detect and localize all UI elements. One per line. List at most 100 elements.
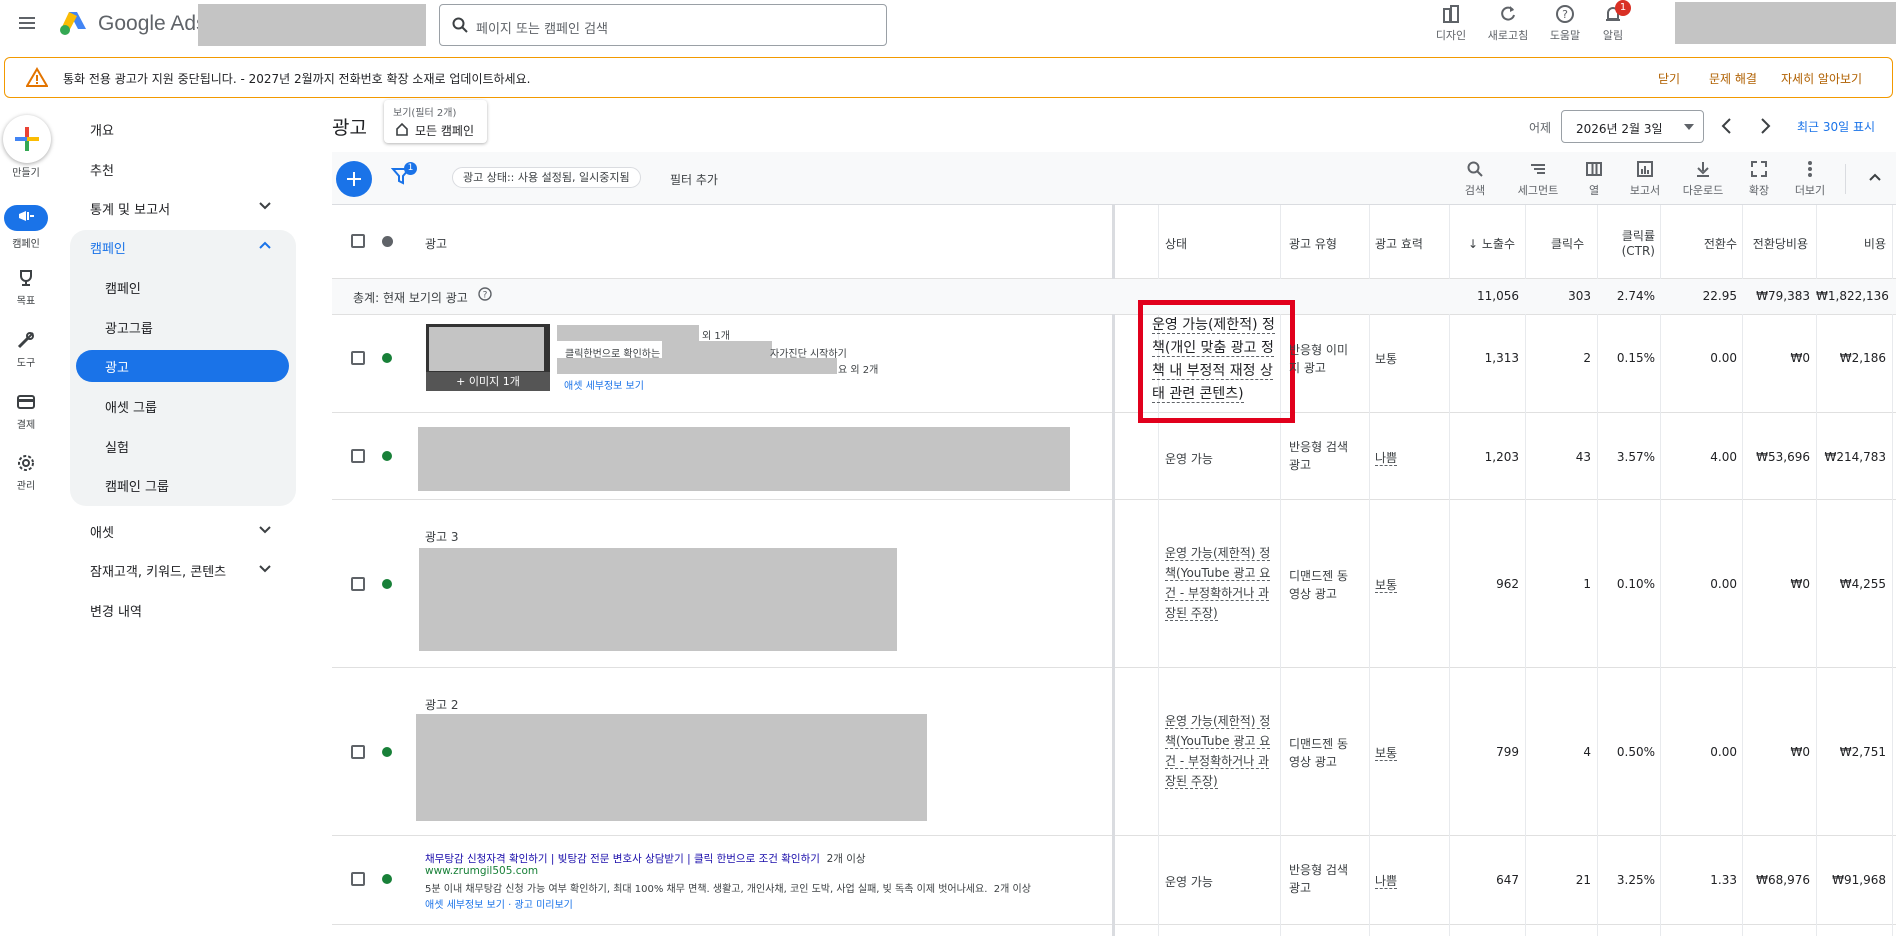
row3-ad-name[interactable]: 광고 3 — [425, 528, 459, 545]
col-ctr-line1: 클릭률 — [1621, 229, 1655, 243]
ad-text-redacted — [557, 325, 699, 341]
profile-redacted[interactable] — [1675, 2, 1896, 44]
ad-video-preview-redacted[interactable] — [416, 714, 927, 821]
expand-button[interactable]: 확장 — [1734, 160, 1784, 198]
col-ad-strength[interactable]: 광고 효력 — [1375, 235, 1423, 252]
view-selector[interactable]: 보기(필터 2개) 모든 캠페인 — [384, 100, 487, 143]
nav-sub-ads[interactable]: 광고 — [105, 357, 129, 376]
ad-image-thumbnail[interactable]: + 이미지 1개 — [426, 324, 550, 391]
nav-sub-campaigns[interactable]: 캠페인 — [105, 278, 141, 297]
reports-button[interactable]: 보고서 — [1620, 160, 1670, 198]
row-checkbox[interactable] — [351, 745, 365, 759]
chevron-up-icon[interactable] — [258, 240, 272, 250]
nav-recommendations[interactable]: 추천 — [90, 160, 114, 179]
create-button[interactable] — [3, 115, 51, 163]
column-divider — [1892, 205, 1893, 936]
row4-ad-strength[interactable]: 보통 — [1375, 744, 1398, 761]
ad-line1-more: 외 1개 — [702, 331, 730, 342]
total-cost: ₩1,822,136 — [1816, 289, 1889, 303]
col-status[interactable]: 상태 — [1165, 235, 1187, 252]
date-range-select[interactable]: 2026년 2월 3일 — [1561, 110, 1704, 143]
col-ctr[interactable]: 클릭률 (CTR) — [1597, 227, 1655, 258]
prev-date-button[interactable] — [1719, 117, 1735, 135]
row1-status[interactable]: 운영 가능(제한적) 정책(개인 맞춤 광고 정책 내 부정적 재정 상태 관련… — [1152, 314, 1284, 406]
nav-sub-ad-groups[interactable]: 광고그룹 — [105, 318, 153, 337]
col-cost[interactable]: 비용 — [1816, 235, 1886, 252]
row5-ctr: 3.25% — [1616, 873, 1655, 887]
chevron-down-icon[interactable] — [258, 525, 272, 535]
row5-links[interactable]: 애셋 세부정보 보기 · 광고 미리보기 — [425, 896, 573, 911]
row3-ad-strength[interactable]: 보통 — [1375, 576, 1398, 593]
chevron-down-icon[interactable] — [258, 201, 272, 211]
col-clicks[interactable]: 클릭수 — [1551, 235, 1584, 252]
more-button[interactable]: 더보기 — [1785, 160, 1835, 198]
collapse-toolbar-button[interactable] — [1868, 172, 1882, 182]
row1-ad-strength: 보통 — [1375, 352, 1398, 366]
row3-ad-type: 디맨드젠 동영상 광고 — [1289, 569, 1349, 601]
nav-change-history[interactable]: 변경 내역 — [90, 601, 142, 620]
nav-sub-campaign-groups[interactable]: 캠페인 그룹 — [105, 476, 169, 495]
add-filter-button[interactable]: 필터 추가 — [670, 171, 718, 188]
row4-status[interactable]: 운영 가능(제한적) 정책(YouTube 광고 요건 - 부정확하거나 과장된… — [1165, 711, 1273, 791]
add-ad-button[interactable] — [336, 161, 372, 197]
nav-insights-reports[interactable]: 통계 및 보고서 — [90, 199, 170, 218]
row5-ad-strength[interactable]: 나쁨 — [1375, 872, 1398, 889]
search-input[interactable]: 페이지 또는 캠페인 검색 — [439, 4, 887, 46]
nav-sub-experiments[interactable]: 실험 — [105, 437, 129, 456]
col-impressions[interactable]: ↓ 노출수 — [1468, 235, 1515, 252]
filter-chip-ad-status[interactable]: 광고 상태:: 사용 설정됨, 일시중지됨 — [452, 167, 641, 188]
row-checkbox[interactable] — [351, 577, 365, 591]
row2-ad-strength[interactable]: 나쁨 — [1375, 449, 1398, 466]
help-icon[interactable]: ? — [478, 287, 492, 301]
top-bar: Google Ads 페이지 또는 캠페인 검색 디자인 새로고침 ? 도움말 … — [0, 0, 1896, 48]
last-30-days-link[interactable]: 최근 30일 표시 — [1797, 118, 1875, 135]
banner-dismiss-link[interactable]: 닫기 — [1658, 70, 1680, 87]
row1-cost-per-conversion: ₩0 — [1790, 351, 1811, 365]
expand-label: 확장 — [1748, 184, 1770, 197]
ad-video-preview-redacted[interactable] — [419, 548, 897, 651]
download-button[interactable]: 다운로드 — [1678, 160, 1728, 198]
select-all-checkbox[interactable] — [351, 234, 365, 248]
columns-button[interactable]: 열 — [1569, 160, 1619, 198]
row4-cost-per-conversion: ₩0 — [1790, 745, 1811, 759]
rail-goals[interactable]: 목표 — [0, 268, 52, 307]
nav-overview[interactable]: 개요 — [90, 120, 114, 139]
col-ad[interactable]: 광고 — [425, 235, 447, 252]
menu-icon[interactable] — [16, 12, 38, 34]
rail-billing[interactable]: 결제 — [0, 392, 52, 431]
dropdown-arrow-icon — [1684, 124, 1694, 130]
row-checkbox[interactable] — [351, 449, 365, 463]
chevron-down-icon[interactable] — [258, 564, 272, 574]
rail-admin[interactable]: 관리 — [0, 453, 52, 492]
col-cost-per-conversion[interactable]: 전환당비용 — [1742, 235, 1808, 252]
nav-campaigns[interactable]: 캠페인 — [90, 238, 126, 257]
rail-billing-label: 결제 — [16, 420, 36, 431]
row1-cost: ₩2,186 — [1839, 351, 1886, 365]
row3-status[interactable]: 운영 가능(제한적) 정책(YouTube 광고 요건 - 부정확하거나 과장된… — [1165, 543, 1273, 623]
asset-details-link[interactable]: 애셋 세부정보 보기 — [564, 377, 644, 392]
rail-tools[interactable]: 도구 — [0, 330, 52, 369]
rail-campaigns[interactable]: 캠페인 — [0, 205, 52, 250]
design-button[interactable]: 디자인 — [1421, 2, 1481, 43]
row-checkbox[interactable] — [351, 351, 365, 365]
col-ctr-line2: (CTR) — [1621, 244, 1655, 258]
row-checkbox[interactable] — [351, 872, 365, 886]
notifications-button[interactable]: 1 알림 — [1583, 0, 1643, 43]
nav-audiences-keywords-content[interactable]: 잠재고객, 키워드, 콘텐츠 — [90, 561, 226, 580]
row4-ad-name[interactable]: 광고 2 — [425, 696, 459, 713]
ad-preview-redacted[interactable] — [418, 427, 1070, 491]
home-icon — [395, 122, 409, 136]
col-ad-type[interactable]: 광고 유형 — [1289, 235, 1337, 252]
refresh-button[interactable]: 새로고침 — [1478, 2, 1538, 43]
next-date-button[interactable] — [1757, 117, 1773, 135]
banner-learn-more-link[interactable]: 자세히 알아보기 — [1781, 70, 1862, 87]
more-label: 더보기 — [1794, 184, 1826, 197]
banner-troubleshoot-link[interactable]: 문제 해결 — [1709, 70, 1757, 87]
nav-sub-asset-groups[interactable]: 애셋 그룹 — [105, 397, 157, 416]
filter-button[interactable]: 1 — [391, 162, 417, 187]
nav-assets[interactable]: 애셋 — [90, 522, 114, 541]
table-search-button[interactable]: 검색 — [1450, 160, 1500, 198]
row5-headline[interactable]: 채무탕감 신청자격 확인하기 | 빚탕감 전문 변호사 상담받기 | 클릭 한번… — [425, 851, 866, 866]
col-conversions[interactable]: 전환수 — [1660, 235, 1737, 252]
segment-button[interactable]: 세그먼트 — [1513, 160, 1563, 198]
